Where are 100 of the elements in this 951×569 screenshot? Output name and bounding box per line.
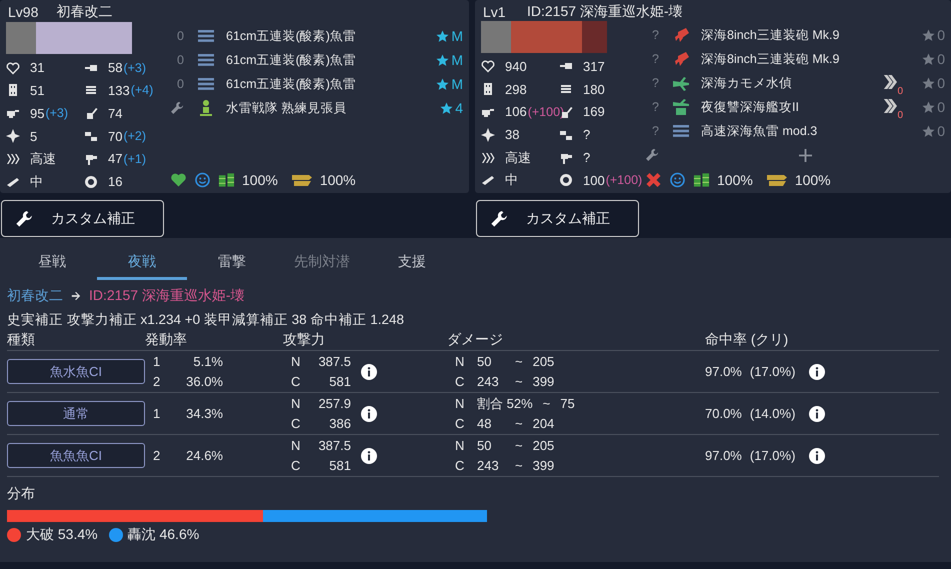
damage-label: C	[455, 458, 466, 473]
damage-label: N	[455, 354, 466, 369]
heart-icon	[481, 59, 495, 74]
improvement-level: 0	[909, 51, 945, 67]
attack-power: 581	[328, 374, 351, 389]
wrench-icon	[645, 148, 659, 162]
attack-power: 257.9	[317, 396, 351, 411]
trigger-rate: 5.1%	[192, 354, 223, 369]
info-icon[interactable]	[361, 448, 377, 464]
improvement-level: 0	[909, 99, 945, 115]
equipment-row[interactable]: ? 夜復讐深海艦攻II 0 0	[645, 95, 945, 119]
equipment-row[interactable]: 0 61cm五連装(酸素)魚雷 M	[170, 48, 463, 72]
hit-count: 1	[153, 354, 162, 369]
attack-power: 581	[328, 458, 351, 473]
aa-gun-icon	[84, 106, 98, 120]
equipment-name: 61cm五連装(酸素)魚雷	[226, 76, 357, 93]
battle-tab[interactable]: 昼戦	[7, 246, 97, 280]
stat-value: 高速	[30, 150, 56, 168]
damage-max: 204	[532, 416, 554, 431]
stat-value: 70	[108, 128, 122, 144]
equipment-name: 61cm五連装(酸素)魚雷	[226, 52, 357, 69]
improvement-level: 4	[427, 100, 463, 116]
fuel-percent: 100%	[717, 172, 753, 188]
info-icon[interactable]	[809, 406, 826, 422]
equipment-row[interactable]: ? 高速深海魚雷 mod.3 0	[645, 119, 945, 143]
equipment-row[interactable]: 0 61cm五連装(酸素)魚雷 M	[170, 24, 463, 48]
battle-tab[interactable]: 雷撃	[187, 246, 277, 280]
stat-value: 317	[583, 58, 605, 74]
power-label: N	[291, 438, 302, 453]
damage-max: 75	[560, 396, 575, 411]
power-label: C	[291, 458, 302, 473]
hit-count: 2	[153, 448, 162, 463]
damage-min: 50	[477, 354, 492, 369]
wrench-icon	[15, 210, 33, 228]
torpedo-lines-icon	[671, 122, 691, 140]
column-header: 発動率	[145, 331, 188, 349]
stat-value: 169	[583, 104, 605, 120]
stat-value: 298	[505, 82, 527, 97]
equipment-row[interactable]: ? 深海8inch三連装砲 Mk.9 0	[645, 23, 945, 47]
defender-name: ID:2157 深海重巡水姫-壊	[89, 287, 245, 305]
stat-value: 58	[108, 60, 122, 76]
damage-max: 205	[532, 354, 554, 369]
info-icon[interactable]	[809, 364, 826, 380]
hit-rate: 97.0%	[705, 364, 742, 379]
info-icon[interactable]	[361, 406, 377, 422]
damage-label: C	[455, 374, 466, 389]
smiley-icon	[194, 172, 211, 188]
battle-tab[interactable]: 支援	[367, 246, 457, 280]
stat-value: 中	[30, 172, 43, 191]
custom-correction-button[interactable]: カスタム補正	[476, 200, 639, 237]
damage-label: N	[455, 396, 466, 411]
stat-bonus: (+3)	[123, 60, 146, 75]
trigger-rate: 34.3%	[185, 406, 223, 421]
ship-level: Lv1	[483, 4, 507, 20]
expansion-slot-row[interactable]: 水雷戦隊 熟練見張員 4	[170, 96, 463, 120]
column-header: ダメージ	[447, 331, 504, 349]
damage-max: 399	[532, 458, 554, 473]
legend-label: 轟沈 46.6%	[128, 526, 200, 544]
power-label: N	[291, 354, 302, 369]
improvement-level: M	[427, 76, 463, 92]
stat-value: 5	[30, 128, 38, 144]
damage-label: C	[455, 416, 466, 431]
equipment-name: 夜復讐深海艦攻II	[701, 98, 800, 116]
hit-count: 1	[153, 406, 162, 421]
plane-icon	[671, 98, 691, 116]
critical-rate: (17.0%)	[750, 364, 796, 379]
correction-summary: 史実補正 攻撃力補正 x1.234 +0 装甲減算補正 38 命中補正 1.248	[7, 311, 405, 329]
damage-min: 243	[477, 458, 500, 473]
trigger-rate: 24.6%	[185, 448, 223, 463]
range-separator: ~	[514, 438, 524, 453]
add-icon[interactable]	[798, 148, 812, 162]
equipment-name: 深海カモメ水偵	[701, 74, 793, 92]
improvement-level: M	[427, 52, 463, 68]
fuel-barrels-icon	[218, 172, 235, 188]
fuel-percent: 100%	[242, 172, 278, 188]
stat-bonus: (+4)	[130, 83, 154, 98]
attack-type-button[interactable]: 通常	[7, 401, 145, 426]
column-header: 種類	[7, 331, 36, 349]
stat-value: 940	[505, 58, 527, 74]
stat-value: 95	[30, 106, 44, 121]
stat-bonus: (+1)	[123, 152, 146, 166]
custom-correction-button[interactable]: カスタム補正	[1, 200, 164, 237]
info-icon[interactable]	[361, 364, 377, 380]
attacker-name: 初春改二	[7, 287, 63, 305]
wrench-icon	[490, 210, 508, 228]
ammo-icon	[766, 172, 788, 188]
equipment-row[interactable]: ? 深海カモメ水偵 0 0	[645, 71, 945, 95]
attack-type-button[interactable]: 魚水魚CI	[7, 359, 145, 384]
crosshair-icon	[6, 129, 20, 143]
attack-type-button[interactable]: 魚魚魚CI	[7, 443, 145, 468]
stat-value: 31	[30, 60, 44, 76]
speed-chevrons-icon	[481, 150, 495, 165]
attack-power: 386	[328, 416, 351, 431]
plane-icon	[671, 74, 691, 92]
info-icon[interactable]	[809, 448, 826, 464]
range-separator: ~	[514, 458, 524, 473]
battle-tab[interactable]: 夜戦	[97, 246, 187, 280]
equipment-row[interactable]: ? 深海8inch三連装砲 Mk.9 0	[645, 47, 945, 71]
improvement-level: 0	[909, 123, 945, 139]
equipment-row[interactable]: 0 61cm五連装(酸素)魚雷 M	[170, 72, 463, 96]
